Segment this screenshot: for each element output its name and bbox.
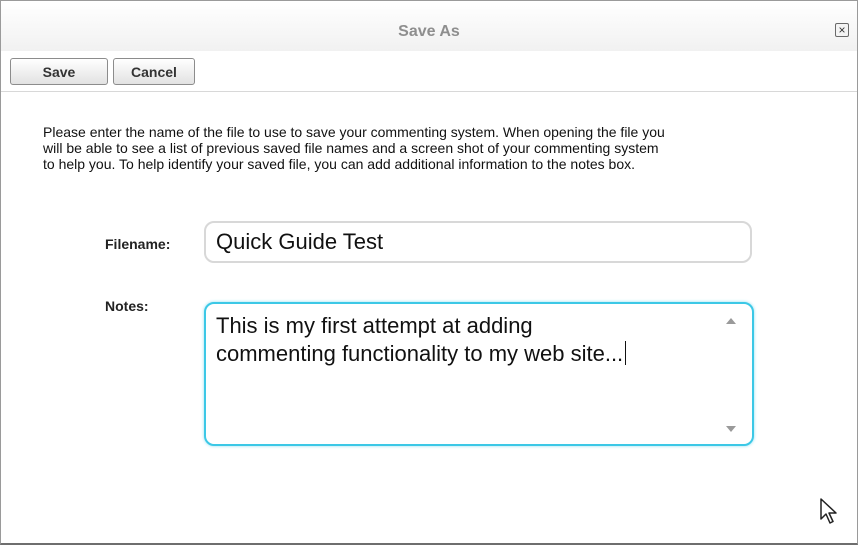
chevron-down-icon[interactable] (726, 426, 736, 432)
notes-textarea[interactable]: This is my first attempt at adding comme… (204, 302, 754, 446)
instructions-line: Please enter the name of the file to use… (43, 124, 665, 140)
instructions-text: Please enter the name of the file to use… (43, 124, 833, 172)
mouse-pointer-icon (820, 498, 837, 524)
toolbar-divider (1, 91, 857, 92)
notes-line: This is my first attempt at adding (216, 313, 533, 338)
save-button[interactable]: Save (10, 58, 108, 85)
filename-label: Filename: (105, 236, 171, 252)
notes-text: This is my first attempt at adding comme… (216, 312, 716, 368)
filename-input[interactable] (204, 221, 752, 263)
instructions-line: will be able to see a list of previous s… (43, 140, 659, 156)
chevron-up-icon[interactable] (726, 318, 736, 324)
notes-scrollbar[interactable] (722, 312, 740, 436)
notes-line-with-caret: commenting functionality to my web site.… (216, 340, 716, 368)
cancel-button[interactable]: Cancel (113, 58, 195, 85)
dialog-titlebar: Save As × (1, 1, 857, 51)
save-as-dialog: Save As × Save Cancel Please enter the n… (0, 0, 858, 545)
instructions-line: to help you. To help identify your saved… (43, 156, 636, 172)
notes-label: Notes: (105, 298, 149, 314)
notes-line: commenting functionality to my web site.… (216, 341, 624, 366)
close-icon[interactable]: × (835, 23, 849, 37)
dialog-title: Save As (398, 23, 460, 40)
text-caret (625, 341, 627, 365)
